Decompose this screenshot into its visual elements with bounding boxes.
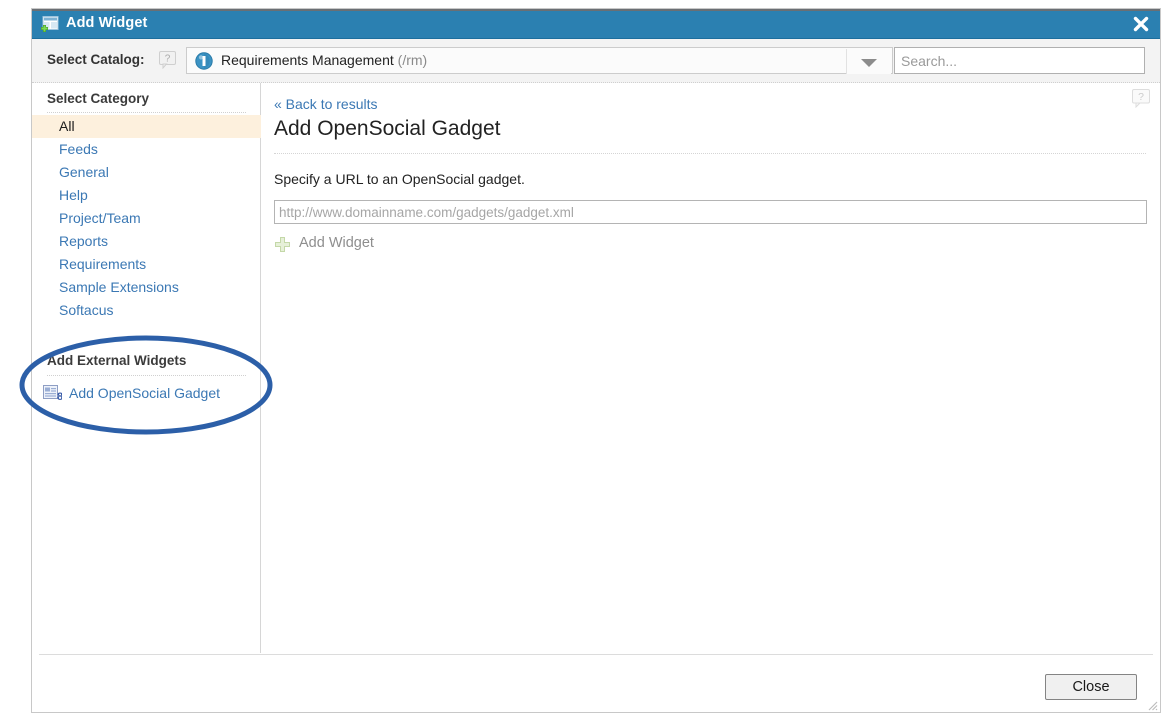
back-to-results-link[interactable]: « Back to results bbox=[274, 96, 378, 112]
sidebar-item-all[interactable]: All bbox=[32, 115, 261, 138]
footer-divider bbox=[39, 654, 1153, 655]
title-rule bbox=[274, 153, 1146, 154]
titlebar-top-edge bbox=[32, 9, 1160, 11]
close-button[interactable]: Close bbox=[1045, 674, 1137, 700]
add-external-widgets-heading: Add External Widgets bbox=[47, 353, 187, 368]
external-heading-rule bbox=[47, 375, 246, 376]
add-widget-label: Add Widget bbox=[299, 235, 374, 251]
close-icon[interactable] bbox=[1131, 14, 1151, 34]
page-title: Add OpenSocial Gadget bbox=[274, 117, 501, 140]
search-input[interactable] bbox=[894, 47, 1145, 74]
add-opensocial-gadget-row[interactable]: 8 Add OpenSocial Gadget bbox=[32, 383, 261, 405]
project-area-icon bbox=[195, 52, 213, 70]
sidebar-item-general[interactable]: General bbox=[32, 161, 261, 184]
category-list: All Feeds General Help Project/Team Repo… bbox=[32, 115, 261, 322]
sidebar: Select Category All Feeds General Help P… bbox=[32, 83, 261, 653]
help-question-icon[interactable]: ? bbox=[1132, 89, 1150, 109]
content-pane: ? « Back to results Add OpenSocial Gadge… bbox=[262, 83, 1160, 653]
sidebar-item-requirements[interactable]: Requirements bbox=[32, 253, 261, 276]
select-catalog-label: Select Catalog: bbox=[47, 52, 145, 67]
plus-icon bbox=[275, 237, 290, 252]
resize-grip[interactable] bbox=[1146, 698, 1158, 711]
select-category-heading: Select Category bbox=[47, 91, 150, 106]
opensocial-gadget-icon: 8 bbox=[43, 385, 63, 403]
svg-text:?: ? bbox=[1138, 91, 1144, 103]
instruction-text: Specify a URL to an OpenSocial gadget. bbox=[274, 171, 525, 187]
sidebar-item-softacus[interactable]: Softacus bbox=[32, 299, 261, 322]
catalog-selected-path: (/rm) bbox=[397, 52, 428, 68]
catalog-toolbar: Select Catalog: ? Requirements Managemen… bbox=[32, 39, 1160, 83]
screen: Add Widget Select Catalog: ? Requirement… bbox=[0, 0, 1169, 723]
catalog-select[interactable]: Requirements Management (/rm) bbox=[186, 47, 893, 74]
sidebar-item-help[interactable]: Help bbox=[32, 184, 261, 207]
add-widget-dialog: Add Widget Select Catalog: ? Requirement… bbox=[31, 8, 1161, 713]
catalog-selected-value: Requirements Management (/rm) bbox=[221, 52, 427, 68]
gadget-url-input[interactable] bbox=[274, 200, 1147, 224]
dialog-body: Select Category All Feeds General Help P… bbox=[32, 83, 1160, 653]
sidebar-item-project-team[interactable]: Project/Team bbox=[32, 207, 261, 230]
catalog-selected-name: Requirements Management bbox=[221, 52, 394, 68]
sidebar-item-reports[interactable]: Reports bbox=[32, 230, 261, 253]
add-widget-icon bbox=[41, 16, 59, 33]
help-question-icon[interactable]: ? bbox=[159, 51, 176, 70]
chevron-down-icon[interactable] bbox=[846, 49, 891, 74]
dialog-title: Add Widget bbox=[66, 15, 148, 31]
svg-text:8: 8 bbox=[57, 391, 62, 402]
svg-text:?: ? bbox=[165, 54, 171, 65]
category-heading-rule bbox=[47, 112, 246, 113]
sidebar-item-feeds[interactable]: Feeds bbox=[32, 138, 261, 161]
add-opensocial-gadget-link[interactable]: Add OpenSocial Gadget bbox=[69, 383, 220, 404]
dialog-titlebar: Add Widget bbox=[32, 9, 1160, 39]
sidebar-item-sample-extensions[interactable]: Sample Extensions bbox=[32, 276, 261, 299]
